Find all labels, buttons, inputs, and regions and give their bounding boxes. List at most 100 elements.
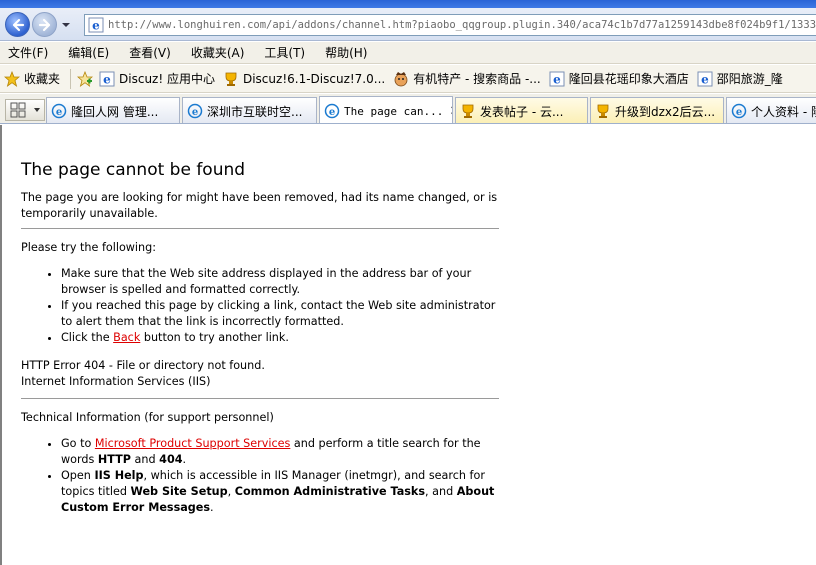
list-item: If you reached this page by clicking a l… <box>61 298 501 330</box>
svg-text:e: e <box>701 72 709 86</box>
ie-page-icon: e <box>731 103 747 119</box>
favorite-link[interactable]: e Discuz! 应用中心 <box>99 70 215 87</box>
list-item-text: Click the <box>61 331 114 344</box>
list-item: Open IIS Help, which is accessible in II… <box>61 468 501 516</box>
menu-tools[interactable]: 工具(T) <box>264 44 305 61</box>
tab[interactable]: 升级到dzx2后云... <box>590 97 724 123</box>
list-item-text: and <box>130 453 160 466</box>
favorite-link-label: Discuz! 应用中心 <box>119 72 215 86</box>
error-code: HTTP Error 404 - File or directory not f… <box>21 359 265 372</box>
close-tab-icon[interactable]: ✕ <box>449 104 452 119</box>
tech-heading: Technical Information (for support perso… <box>21 411 274 424</box>
discuz-trophy-icon <box>225 72 237 86</box>
keyword: Web Site Setup <box>130 485 228 498</box>
discuz-trophy-icon <box>597 104 609 118</box>
chevron-down-icon <box>33 108 40 112</box>
address-url: http://www.longhuiren.com/api/addons/cha… <box>108 19 816 31</box>
menu-edit[interactable]: 编辑(E) <box>68 44 109 61</box>
list-item-text: . <box>182 453 187 466</box>
list-item: Click the Back button to try another lin… <box>61 330 501 346</box>
favorite-link-label: Discuz!6.1-Discuz!7.0... <box>242 71 386 86</box>
ie-page-icon: e <box>324 103 340 119</box>
list-item-text: Open <box>61 469 95 482</box>
quick-tabs-icon <box>10 102 25 118</box>
svg-text:e: e <box>329 107 335 118</box>
ie-page-icon: e <box>187 103 203 119</box>
svg-text:e: e <box>56 107 62 118</box>
recent-pages-dropdown[interactable] <box>60 20 72 30</box>
menu-help[interactable]: 帮助(H) <box>325 44 367 61</box>
error-intro: The page you are looking for might have … <box>21 191 498 220</box>
favorite-link-label: 隆回县花瑶印象大酒店 <box>568 72 689 86</box>
svg-text:e: e <box>192 107 198 118</box>
favorite-link-label: 邵阳旅游_隆 <box>716 72 783 86</box>
divider <box>21 228 499 229</box>
list-item-text: , <box>227 485 235 498</box>
window-title-bar <box>0 0 816 8</box>
separator <box>70 68 72 89</box>
favorites-bar: 收藏夹 e Discuz! 应用中心 Discuz!6.1-Discuz!7.0… <box>0 65 816 93</box>
ie-page-icon: e <box>549 71 565 86</box>
tab[interactable]: e 隆回人网 管理... <box>46 97 180 123</box>
list-item: Go to Microsoft Product Support Services… <box>61 436 501 468</box>
svg-text:e: e <box>553 72 561 86</box>
keyword: HTTP <box>97 453 131 466</box>
favorite-link[interactable]: Discuz!6.1-Discuz!7.0... <box>223 71 385 87</box>
keyword: IIS Help <box>94 469 144 482</box>
list-item: Make sure that the Web site address disp… <box>61 266 501 298</box>
menu-file[interactable]: 文件(F) <box>8 44 48 61</box>
menu-bar: 文件(F) 编辑(E) 查看(V) 收藏夹(A) 工具(T) 帮助(H) <box>0 42 816 64</box>
tab-active[interactable]: e The page can... ✕ <box>319 96 453 123</box>
favorite-link[interactable]: e 隆回县花瑶印象大酒店 <box>549 70 689 87</box>
menu-favorites[interactable]: 收藏夹(A) <box>191 44 245 61</box>
tech-list: Go to Microsoft Product Support Services… <box>61 436 501 516</box>
favorites-center-button[interactable]: 收藏夹 <box>4 70 60 87</box>
tab[interactable]: e 深圳市互联时空... <box>182 97 317 123</box>
keyword: Common Administrative Tasks <box>234 485 426 498</box>
forward-button[interactable] <box>32 12 57 37</box>
keyword: 404 <box>159 453 183 466</box>
list-item-text: button to try another link. <box>140 331 289 344</box>
back-link[interactable]: Back <box>113 331 140 344</box>
page-content: The page cannot be found The page you ar… <box>0 125 816 565</box>
taobao-face-icon <box>394 71 408 86</box>
address-bar[interactable]: e http://www.longhuiren.com/api/addons/c… <box>84 14 816 36</box>
add-favorite-icon[interactable] <box>77 70 94 87</box>
tab-label: 个人资料 - 隆 <box>751 104 816 119</box>
error-page: The page cannot be found The page you ar… <box>21 159 501 528</box>
try-list: Make sure that the Web site address disp… <box>61 266 501 346</box>
favorite-link[interactable]: 有机特产 - 搜索商品 -... <box>393 70 541 87</box>
favorite-link-label: 有机特产 - 搜索商品 -... <box>413 72 541 86</box>
arrow-right-icon <box>38 18 50 31</box>
tab-label: 深圳市互联时空... <box>207 104 303 119</box>
ie-page-icon: e <box>99 71 115 86</box>
list-item-text: Go to <box>61 437 95 450</box>
try-heading: Please try the following: <box>21 241 157 254</box>
server-name: Internet Information Services (IIS) <box>21 375 211 388</box>
tab-bar: e 隆回人网 管理... e 深圳市互联时空... e The page can… <box>0 94 816 124</box>
list-item-text: . <box>210 501 214 514</box>
tab[interactable]: 发表帖子 - 云... <box>455 97 588 123</box>
support-services-link[interactable]: Microsoft Product Support Services <box>95 437 290 450</box>
discuz-trophy-icon <box>462 104 474 118</box>
list-item-text: , and <box>425 485 457 498</box>
ie-page-icon: e <box>51 103 67 119</box>
divider <box>21 398 499 399</box>
svg-text:e: e <box>103 72 111 86</box>
menu-view[interactable]: 查看(V) <box>129 44 171 61</box>
tab-label: The page can... <box>344 104 444 118</box>
ie-page-icon: e <box>697 71 713 86</box>
favorites-label: 收藏夹 <box>24 72 61 86</box>
quick-tabs-button[interactable] <box>5 99 45 121</box>
tab[interactable]: e 个人资料 - 隆 <box>726 97 816 123</box>
star-icon <box>4 70 20 87</box>
back-button[interactable] <box>5 12 30 37</box>
tab-label: 隆回人网 管理... <box>71 104 159 119</box>
favorite-link[interactable]: e 邵阳旅游_隆 <box>697 70 783 87</box>
ie-page-icon: e <box>88 17 104 33</box>
arrow-left-icon <box>12 18 24 31</box>
svg-text:e: e <box>736 107 742 118</box>
svg-text:e: e <box>92 19 100 33</box>
navigation-bar: e http://www.longhuiren.com/api/addons/c… <box>0 8 816 41</box>
page-title: The page cannot be found <box>21 160 246 180</box>
